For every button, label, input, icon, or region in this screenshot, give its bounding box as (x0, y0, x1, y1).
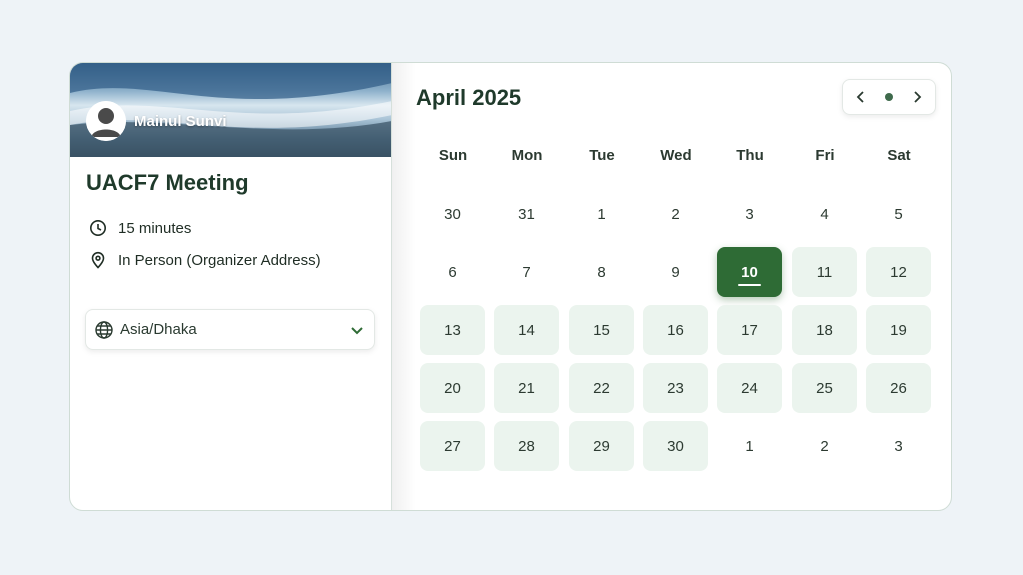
day-cell[interactable]: 29 (569, 421, 634, 471)
day-cell: 31 (518, 205, 535, 223)
day-cell[interactable]: 20 (420, 363, 485, 413)
day-cell: 1 (597, 205, 606, 223)
day-cell: 3 (894, 437, 903, 455)
day-cell-selected[interactable]: 10 (717, 247, 782, 297)
avatar (86, 101, 126, 141)
day-cell[interactable]: 15 (569, 305, 634, 355)
day-cell[interactable]: 26 (866, 363, 931, 413)
day-cell[interactable]: 17 (717, 305, 782, 355)
calendar-panel: April 2025 Sun Mon Tue Wed Thu Fri Sat 3… (392, 63, 951, 510)
day-cell[interactable]: 27 (420, 421, 485, 471)
day-cell[interactable]: 30 (643, 421, 708, 471)
day-cell[interactable]: 21 (494, 363, 559, 413)
day-cell: 3 (745, 205, 754, 223)
host-name: Mainul Sunvi (134, 113, 227, 130)
clock-icon (88, 218, 108, 238)
duration-label: 15 minutes (118, 219, 192, 237)
timezone-select[interactable]: Asia/Dhaka (85, 309, 375, 350)
day-cell[interactable]: 13 (420, 305, 485, 355)
event-info-panel: Mainul Sunvi UACF7 Meeting 15 minutes In… (70, 63, 392, 510)
day-cell: 2 (671, 205, 680, 223)
day-cell: 8 (597, 263, 606, 281)
weekday-label: Thu (736, 147, 764, 164)
current-month-dot[interactable] (885, 93, 893, 101)
day-cell[interactable]: 19 (866, 305, 931, 355)
day-cell[interactable]: 14 (494, 305, 559, 355)
day-cell: 1 (745, 437, 754, 455)
weekday-label: Sun (438, 147, 468, 164)
day-cell: 30 (444, 205, 461, 223)
day-cell: 5 (894, 205, 903, 223)
day-cell[interactable]: 16 (643, 305, 708, 355)
day-cell[interactable]: 28 (494, 421, 559, 471)
location-row: In Person (Organizer Address) (88, 250, 321, 270)
day-cell: 4 (820, 205, 829, 223)
day-cell: 9 (671, 263, 680, 281)
weekday-label: Sat (887, 147, 911, 164)
location-label: In Person (Organizer Address) (118, 251, 321, 269)
day-cell: 6 (448, 263, 457, 281)
globe-icon (94, 320, 114, 340)
day-cell[interactable]: 24 (717, 363, 782, 413)
map-pin-icon (88, 250, 108, 270)
day-cell: 2 (820, 437, 829, 455)
chevron-left-icon (856, 91, 864, 103)
weekday-label: Wed (660, 147, 692, 164)
day-cell[interactable]: 18 (792, 305, 857, 355)
chevron-down-icon (350, 323, 364, 337)
weekday-label: Fri (815, 147, 835, 164)
day-cell[interactable]: 12 (866, 247, 931, 297)
day-cell: 7 (522, 263, 531, 281)
day-cell[interactable]: 23 (643, 363, 708, 413)
chevron-right-icon (914, 91, 922, 103)
weekday-label: Mon (511, 147, 543, 164)
day-cell[interactable]: 11 (792, 247, 857, 297)
day-cell[interactable]: 25 (792, 363, 857, 413)
duration-row: 15 minutes (88, 218, 191, 238)
previous-month-button[interactable] (853, 89, 869, 105)
month-title: April 2025 (416, 85, 522, 110)
meeting-title: UACF7 Meeting (86, 170, 249, 195)
month-navigation (842, 79, 936, 115)
weekday-label: Tue (589, 147, 615, 164)
booking-card: Mainul Sunvi UACF7 Meeting 15 minutes In… (69, 62, 952, 511)
cover-banner: Mainul Sunvi (70, 63, 391, 157)
next-month-button[interactable] (909, 89, 925, 105)
day-cell[interactable]: 22 (569, 363, 634, 413)
timezone-value: Asia/Dhaka (120, 321, 197, 338)
